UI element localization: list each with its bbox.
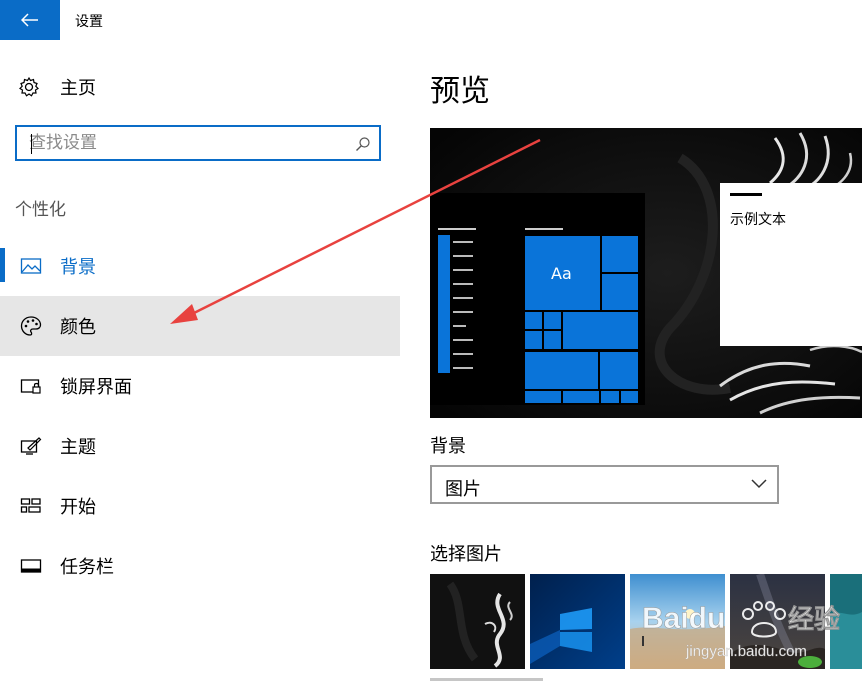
selection-indicator	[0, 248, 5, 282]
tile-label: Aa	[551, 264, 572, 283]
taskbar-icon	[20, 559, 42, 573]
lock-screen-icon	[20, 379, 41, 394]
background-dropdown[interactable]: 图片	[430, 465, 779, 504]
background-label: 背景	[430, 436, 466, 457]
search-box[interactable]	[15, 125, 381, 161]
sample-window-preview: 示例文本	[720, 183, 862, 346]
sidebar-item-taskbar[interactable]: 任务栏	[0, 536, 400, 596]
title-bar: 设置	[0, 0, 862, 40]
start-icon	[20, 498, 41, 513]
chevron-down-icon	[751, 479, 767, 489]
sidebar-item-lock-screen[interactable]: 锁屏界面	[0, 356, 400, 416]
palette-icon	[20, 316, 42, 336]
home-link[interactable]: 主页	[18, 72, 96, 102]
start-menu-preview: Aa	[430, 193, 645, 405]
sidebar-item-label: 背景	[60, 257, 96, 278]
back-button[interactable]	[0, 0, 60, 40]
sidebar: 主页 个性化 背景 颜色 锁屏界面	[0, 40, 400, 682]
thumbnail-dragon[interactable]	[430, 574, 525, 669]
back-arrow-icon	[21, 13, 38, 27]
main-panel: 预览 Aa 示例文本 背景 图片 选择图片	[400, 40, 862, 682]
sidebar-item-label: 颜色	[60, 317, 96, 338]
choose-picture-label: 选择图片	[430, 544, 502, 565]
search-input[interactable]	[29, 130, 339, 156]
gear-icon	[19, 76, 39, 97]
sidebar-item-colors[interactable]: 颜色	[0, 296, 400, 356]
sidebar-item-label: 主题	[60, 437, 96, 458]
sidebar-item-label: 任务栏	[60, 557, 114, 578]
watermark-brand-suffix: 经验	[788, 604, 840, 635]
thumbnail-windows[interactable]	[530, 574, 625, 669]
desktop-preview: Aa 示例文本	[430, 128, 862, 418]
picture-icon	[20, 258, 42, 274]
sidebar-item-label: 开始	[60, 497, 96, 518]
dropdown-value: 图片	[445, 479, 481, 500]
theme-icon	[20, 437, 42, 455]
section-title: 个性化	[15, 200, 66, 220]
text-caret	[31, 134, 32, 154]
sidebar-item-background[interactable]: 背景	[0, 236, 400, 296]
search-icon[interactable]	[355, 136, 371, 152]
watermark-brand: Baidu	[642, 602, 725, 635]
sidebar-item-label: 锁屏界面	[60, 377, 132, 398]
sample-text: 示例文本	[730, 212, 786, 228]
sidebar-item-themes[interactable]: 主题	[0, 416, 400, 476]
watermark-url: jingyan.baidu.com	[685, 643, 807, 660]
page-title: 预览	[430, 74, 490, 109]
thumbnail-scrollbar[interactable]	[430, 678, 543, 681]
window-title: 设置	[75, 14, 103, 30]
sidebar-item-start[interactable]: 开始	[0, 476, 400, 536]
home-label: 主页	[60, 78, 96, 99]
baidu-watermark: Baidu 经验 jingyan.baidu.com	[640, 590, 860, 674]
